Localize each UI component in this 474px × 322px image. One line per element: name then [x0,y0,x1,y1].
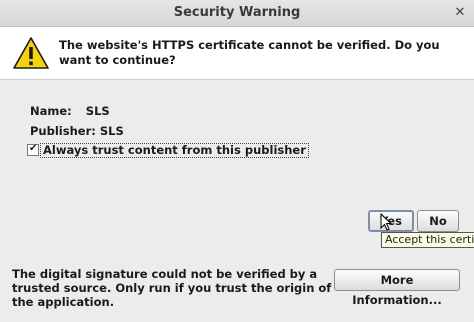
title-bar: Security Warning ✕ [0,0,474,27]
no-button[interactable]: No [417,210,459,232]
warning-triangle-icon [13,37,49,69]
name-value: SLS [85,104,110,118]
window-title: Security Warning [173,5,301,20]
publisher-label: Publisher: [30,124,96,138]
yes-tooltip: Accept this certificate [381,232,474,248]
trust-checkbox[interactable]: ✔ [27,143,39,156]
name-label: Name: [30,104,72,118]
publisher-value: SLS [99,124,124,138]
close-icon[interactable]: ✕ [452,5,468,21]
checkmark-icon: ✔ [29,143,38,154]
trust-checkbox-label[interactable]: Always trust content from this publisher [40,143,309,158]
more-information-button[interactable]: More Information... [334,269,460,307]
footer-message: The digital signature could not be verif… [12,267,332,309]
name-row: Name: SLS [30,104,110,118]
header-message: The website's HTTPS certificate cannot b… [59,38,440,67]
publisher-row: Publisher: SLS [30,124,124,138]
warning-header: The website's HTTPS certificate cannot b… [0,27,474,80]
mouse-cursor-icon [380,213,392,231]
